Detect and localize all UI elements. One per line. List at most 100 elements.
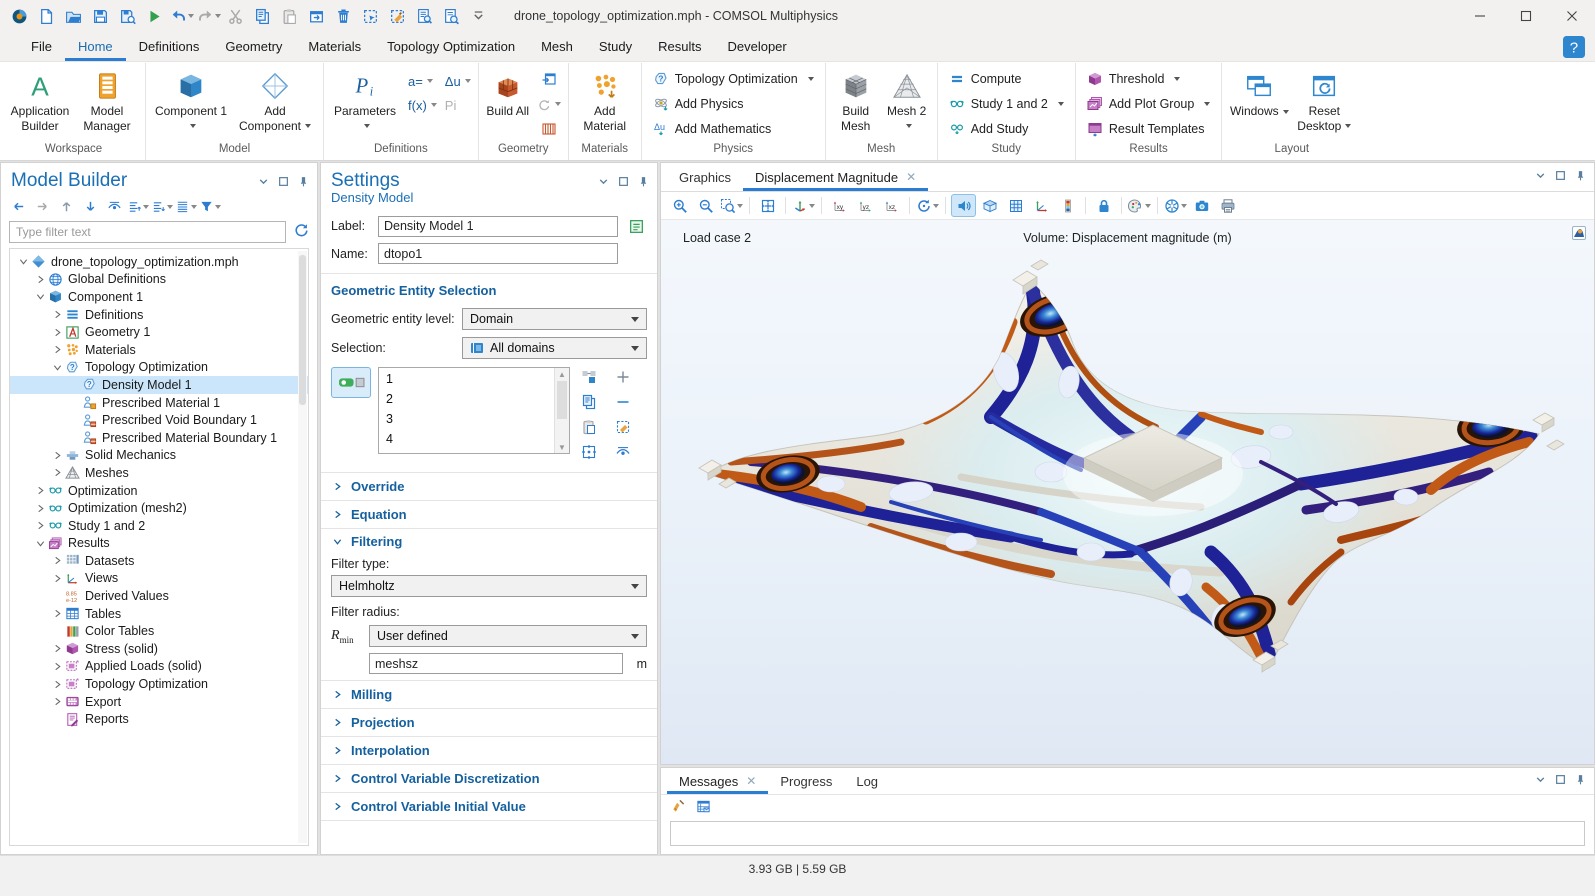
expander-icon[interactable] bbox=[33, 486, 48, 495]
help-button[interactable]: ? bbox=[1563, 36, 1585, 58]
selection-item[interactable]: 3 bbox=[386, 409, 547, 429]
add-study-button[interactable]: Add Study bbox=[943, 116, 1070, 141]
cut-button[interactable] bbox=[222, 4, 249, 28]
expander-icon[interactable] bbox=[50, 644, 65, 653]
build-all-button[interactable]: Build All bbox=[484, 64, 532, 119]
float-panel-icon[interactable] bbox=[1555, 772, 1566, 790]
environment-reflections-button[interactable] bbox=[1163, 194, 1188, 217]
menu-tab-home[interactable]: Home bbox=[65, 32, 126, 61]
expander-icon[interactable] bbox=[16, 257, 31, 266]
functions-button[interactable]: f(x) bbox=[408, 94, 437, 116]
tree-item-topology-optimization[interactable]: ?Topology Optimization bbox=[10, 359, 308, 377]
zoom-box-button[interactable] bbox=[719, 194, 744, 217]
clear-messages-icon[interactable] bbox=[671, 799, 686, 819]
expander-icon[interactable] bbox=[50, 451, 65, 460]
expander-icon[interactable] bbox=[50, 574, 65, 583]
add-physics-button[interactable]: Add Physics bbox=[647, 91, 820, 116]
mesh-2-button[interactable]: Mesh 2 bbox=[882, 64, 932, 133]
redo-button[interactable] bbox=[195, 4, 222, 28]
expander-icon[interactable] bbox=[50, 468, 65, 477]
tree-item-stress-solid[interactable]: Stress (solid) bbox=[10, 640, 308, 658]
reset-desktop-button[interactable]: Reset Desktop bbox=[1292, 64, 1356, 133]
tree-columns-button[interactable] bbox=[175, 197, 197, 217]
snapshot-button[interactable] bbox=[1189, 194, 1214, 217]
refresh-filter-icon[interactable] bbox=[293, 222, 309, 243]
rebuild-button[interactable] bbox=[537, 93, 561, 115]
close-tab-icon[interactable]: ✕ bbox=[906, 170, 916, 184]
expander-icon[interactable] bbox=[33, 275, 48, 284]
entity-level-select[interactable]: Domain bbox=[462, 308, 647, 330]
study-1-and-2-button[interactable]: Study 1 and 2 bbox=[943, 91, 1070, 116]
messages-output[interactable] bbox=[670, 821, 1585, 846]
add-component-button[interactable]: Add Component bbox=[232, 64, 318, 133]
section-filtering[interactable]: Filtering bbox=[321, 528, 657, 555]
expander-icon[interactable] bbox=[50, 680, 65, 689]
zoom-to-selection-button[interactable] bbox=[577, 442, 601, 462]
selection-item[interactable]: 4 bbox=[386, 429, 547, 449]
expander-icon[interactable] bbox=[50, 363, 65, 372]
grid-button[interactable] bbox=[1003, 194, 1028, 217]
toolbar-overflow-button[interactable] bbox=[465, 4, 492, 28]
filter-radius-input[interactable] bbox=[369, 653, 623, 674]
lock-view-button[interactable] bbox=[1091, 194, 1116, 217]
close-tab-icon[interactable]: ✕ bbox=[746, 774, 756, 788]
tab-messages[interactable]: Messages✕ bbox=[667, 768, 768, 794]
selection-select[interactable]: All domains bbox=[462, 337, 647, 359]
save-as-button[interactable] bbox=[114, 4, 141, 28]
paste-button[interactable] bbox=[276, 4, 303, 28]
selection-item[interactable]: 2 bbox=[386, 389, 547, 409]
menu-tab-geometry[interactable]: Geometry bbox=[212, 32, 295, 61]
tree-item-definitions[interactable]: Definitions bbox=[10, 306, 308, 324]
move-up-button[interactable] bbox=[55, 197, 77, 217]
tree-item-optimization-mesh2[interactable]: Optimization (mesh2) bbox=[10, 499, 308, 517]
comsol-logo-button[interactable] bbox=[6, 4, 33, 28]
compute-button[interactable]: Compute bbox=[943, 66, 1070, 91]
selection-list[interactable]: 1234 ▲▼ bbox=[378, 367, 570, 454]
expander-icon[interactable] bbox=[50, 310, 65, 319]
zoom-in-button[interactable] bbox=[667, 194, 692, 217]
panel-menu-icon[interactable] bbox=[1535, 772, 1546, 790]
link-selection-button[interactable] bbox=[577, 367, 601, 387]
show-eye-button[interactable] bbox=[103, 197, 125, 217]
tree-item-prescribed-material-1[interactable]: Prescribed Material 1 bbox=[10, 394, 308, 412]
add-material-button[interactable]: Add Material bbox=[574, 64, 636, 133]
scene-light-button[interactable] bbox=[951, 194, 976, 217]
tree-item-datasets[interactable]: Datasets bbox=[10, 552, 308, 570]
select-box-button[interactable] bbox=[357, 4, 384, 28]
tree-item-component-1[interactable]: Component 1 bbox=[10, 288, 308, 306]
tree-item-geometry-1[interactable]: Geometry 1 bbox=[10, 323, 308, 341]
menu-tab-topology-optimization[interactable]: Topology Optimization bbox=[374, 32, 528, 61]
message-table-icon[interactable] bbox=[696, 799, 711, 819]
clear-selection-button[interactable] bbox=[384, 4, 411, 28]
physics-interface-button[interactable]: ?Topology Optimization bbox=[647, 66, 820, 91]
move-to-window-button[interactable] bbox=[303, 4, 330, 28]
tree-item-results[interactable]: Results bbox=[10, 535, 308, 553]
filter-type-select[interactable]: Helmholtz bbox=[331, 575, 647, 597]
section-override[interactable]: Override bbox=[321, 472, 657, 500]
result-templates-button[interactable]: Result Templates bbox=[1081, 116, 1216, 141]
tree-item-prescribed-void-boundary-1[interactable]: Prescribed Void Boundary 1 bbox=[10, 411, 308, 429]
pin-panel-icon[interactable] bbox=[1575, 168, 1586, 186]
environment-button[interactable] bbox=[977, 194, 1002, 217]
tree-item-global-definitions[interactable]: Global Definitions bbox=[10, 271, 308, 289]
tree-item-materials[interactable]: Materials bbox=[10, 341, 308, 359]
add-mathematics-button[interactable]: ΔuAdd Mathematics bbox=[647, 116, 820, 141]
nav-forward-button[interactable] bbox=[31, 197, 53, 217]
tree-item-export[interactable]: Export bbox=[10, 693, 308, 711]
section-projection[interactable]: Projection bbox=[321, 708, 657, 736]
orientation-axes-button[interactable] bbox=[1029, 194, 1054, 217]
menu-tab-file[interactable]: File bbox=[18, 32, 65, 61]
view-xz-button[interactable]: xz bbox=[879, 194, 904, 217]
copy-selection-button[interactable] bbox=[577, 392, 601, 412]
component-1-button[interactable]: Component 1 bbox=[151, 64, 231, 133]
section-milling[interactable]: Milling bbox=[321, 680, 657, 708]
tree-item-tables[interactable]: Tables bbox=[10, 605, 308, 623]
pin-panel-icon[interactable] bbox=[298, 174, 309, 192]
tab-log[interactable]: Log bbox=[844, 768, 890, 794]
menu-tab-study[interactable]: Study bbox=[586, 32, 645, 61]
tree-item-derived-values[interactable]: 8.85e-12Derived Values bbox=[10, 587, 308, 605]
label-input[interactable] bbox=[378, 216, 618, 237]
section-interpolation[interactable]: Interpolation bbox=[321, 736, 657, 764]
expander-icon[interactable] bbox=[50, 697, 65, 706]
tab-progress[interactable]: Progress bbox=[768, 768, 844, 794]
